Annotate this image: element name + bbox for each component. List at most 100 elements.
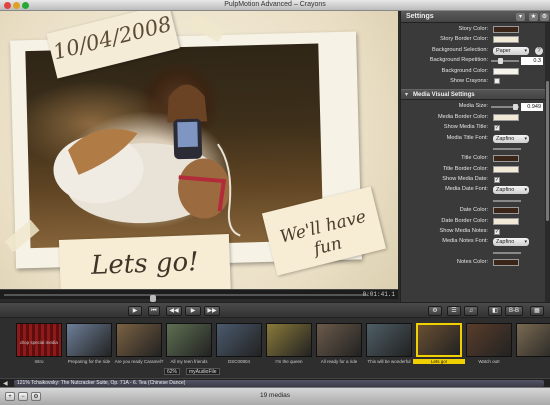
- popup-select[interactable]: Paper: [493, 46, 529, 55]
- media-count: 19 medias: [260, 392, 290, 399]
- color-well[interactable]: [493, 67, 519, 75]
- slider-knob[interactable]: [497, 58, 503, 65]
- next-button[interactable]: ▶▶: [204, 306, 220, 316]
- color-well[interactable]: [493, 113, 519, 121]
- music-icon[interactable]: ♫: [464, 306, 478, 316]
- thumbnail-label: I'm the queen: [275, 359, 303, 364]
- star-icon[interactable]: ★: [529, 13, 538, 21]
- checkbox[interactable]: ✓: [494, 176, 500, 183]
- audio-toggle-icon[interactable]: ◀: [3, 380, 8, 387]
- play-button[interactable]: ▶: [185, 306, 201, 316]
- setting-row: Story Color:: [401, 25, 550, 35]
- color-well[interactable]: [493, 217, 519, 225]
- media-strip[interactable]: 62% myAudioFile Intro drop special media P…: [0, 318, 550, 378]
- settings-panel: Settings ▾ ★ ⚙ Story Color: Story Border …: [400, 11, 550, 302]
- color-well[interactable]: [493, 259, 519, 267]
- scrubber-knob[interactable]: [150, 295, 156, 302]
- settings-toggle-icon[interactable]: ⚙: [428, 306, 442, 316]
- setting-label: Date Border Color:: [441, 217, 488, 224]
- setting-label: Media Border Color:: [437, 113, 488, 120]
- color-well[interactable]: [493, 36, 519, 44]
- transition-icon[interactable]: ◧: [488, 306, 502, 316]
- setting-label: Media Size:: [458, 103, 488, 110]
- list-view-button[interactable]: ☰: [447, 306, 461, 316]
- help-icon[interactable]: ?: [535, 46, 543, 55]
- slider-track[interactable]: [491, 104, 519, 111]
- setting-label: Media Title Font:: [446, 134, 488, 141]
- media-thumbnail[interactable]: [466, 323, 512, 357]
- font-size-slider[interactable]: [493, 251, 521, 254]
- strip-zoom-value: 62%: [167, 369, 178, 375]
- setting-label: Show Crayons:: [450, 77, 488, 84]
- play-preview-button[interactable]: ▶: [128, 306, 142, 316]
- strip-name-field[interactable]: myAudioFile: [186, 368, 220, 375]
- color-well[interactable]: [493, 165, 519, 173]
- thumbnail-label: Are you ready Caramel?: [114, 359, 164, 364]
- b-to-b-button[interactable]: B-B: [505, 306, 523, 316]
- setting-label: Background Color:: [441, 67, 488, 74]
- media-thumbnail[interactable]: [216, 323, 262, 357]
- previous-button[interactable]: ◀◀: [166, 306, 182, 316]
- settings-header: Settings ▾ ★ ⚙: [401, 11, 550, 23]
- settings-title: Settings: [406, 13, 434, 20]
- first-button[interactable]: ⏮: [148, 306, 160, 316]
- setting-label: Media Notes Font:: [442, 238, 488, 245]
- value-field[interactable]: 0.949: [521, 103, 543, 112]
- grid-view-button[interactable]: ▦: [530, 306, 544, 316]
- popup-select[interactable]: Zapfino: [493, 238, 529, 247]
- slider-track[interactable]: [491, 58, 519, 65]
- checkbox[interactable]: [494, 78, 500, 85]
- media-notes: We'll have fun: [277, 206, 369, 260]
- setting-row: Background Repetition: 0.3: [401, 56, 550, 66]
- setting-row: Media Date Font: Zapfino: [401, 185, 550, 195]
- thumbnail-label: Watch out!: [478, 359, 500, 364]
- preview-scrubber[interactable]: 0:01:41.1: [0, 289, 398, 302]
- font-size-slider[interactable]: [493, 199, 521, 202]
- strip-zoom-field[interactable]: 62%: [164, 368, 181, 375]
- media-thumbnail[interactable]: [316, 323, 362, 357]
- setting-row: Background Color:: [401, 67, 550, 77]
- section-title: Media Visual Settings: [413, 92, 475, 99]
- setting-row: Media Title Font: Zapfino: [401, 134, 550, 144]
- setting-label: Show Media Date:: [442, 176, 488, 183]
- setting-row: [401, 248, 550, 258]
- checkbox[interactable]: ✓: [494, 228, 500, 235]
- value-field[interactable]: 0.3: [521, 57, 543, 66]
- audio-track[interactable]: ◀ 121% Tchaikovsky: The Nutcracker Suite…: [0, 378, 550, 387]
- media-thumbnail[interactable]: [366, 323, 412, 357]
- setting-label: Show Media Notes:: [439, 228, 488, 235]
- audio-clip[interactable]: 121% Tchaikovsky: The Nutcracker Suite, …: [14, 380, 544, 387]
- setting-label: Date Color:: [459, 207, 488, 214]
- popup-select[interactable]: Zapfino: [493, 186, 529, 195]
- setting-label: Title Color:: [461, 155, 488, 162]
- scroll-thumb[interactable]: [546, 81, 549, 221]
- slideshow-preview[interactable]: 10/04/2008 Lets go! We'll have fun: [0, 11, 398, 289]
- setting-row: Media Notes Font: Zapfino: [401, 237, 550, 247]
- media-thumbnail[interactable]: [266, 323, 312, 357]
- media-thumbnail[interactable]: [516, 323, 550, 357]
- theme-settings-list: Story Color: Story Border Color: Backgroun…: [401, 23, 550, 87]
- setting-label: Title Border Color:: [442, 165, 488, 172]
- slider-knob[interactable]: [512, 104, 518, 111]
- color-well[interactable]: [493, 26, 519, 33]
- popup-select[interactable]: Zapfino: [493, 134, 529, 143]
- thumbnail-label: Preparing for the ride: [67, 359, 111, 364]
- color-well[interactable]: [493, 155, 519, 163]
- media-visual-settings-section[interactable]: Media Visual Settings: [401, 89, 550, 101]
- media-thumbnail[interactable]: [116, 323, 162, 357]
- checkbox[interactable]: ✓: [494, 124, 500, 131]
- settings-scrollbar[interactable]: [545, 23, 550, 302]
- setting-row: Media Border Color:: [401, 113, 550, 123]
- scrubber-track[interactable]: [4, 294, 368, 302]
- setting-label: Media Date Font:: [445, 186, 488, 193]
- media-thumbnail[interactable]: [66, 323, 112, 357]
- setting-row: Date Border Color:: [401, 217, 550, 227]
- media-thumbnail[interactable]: [166, 323, 212, 357]
- media-thumbnail[interactable]: [416, 323, 462, 357]
- font-size-slider[interactable]: [493, 147, 521, 150]
- color-well[interactable]: [493, 207, 519, 215]
- setting-label: Story Color:: [458, 26, 488, 32]
- settings-menu-icon[interactable]: ▾: [516, 13, 525, 21]
- media-title: Lets go!: [90, 247, 200, 281]
- gear-icon[interactable]: ⚙: [540, 13, 549, 21]
